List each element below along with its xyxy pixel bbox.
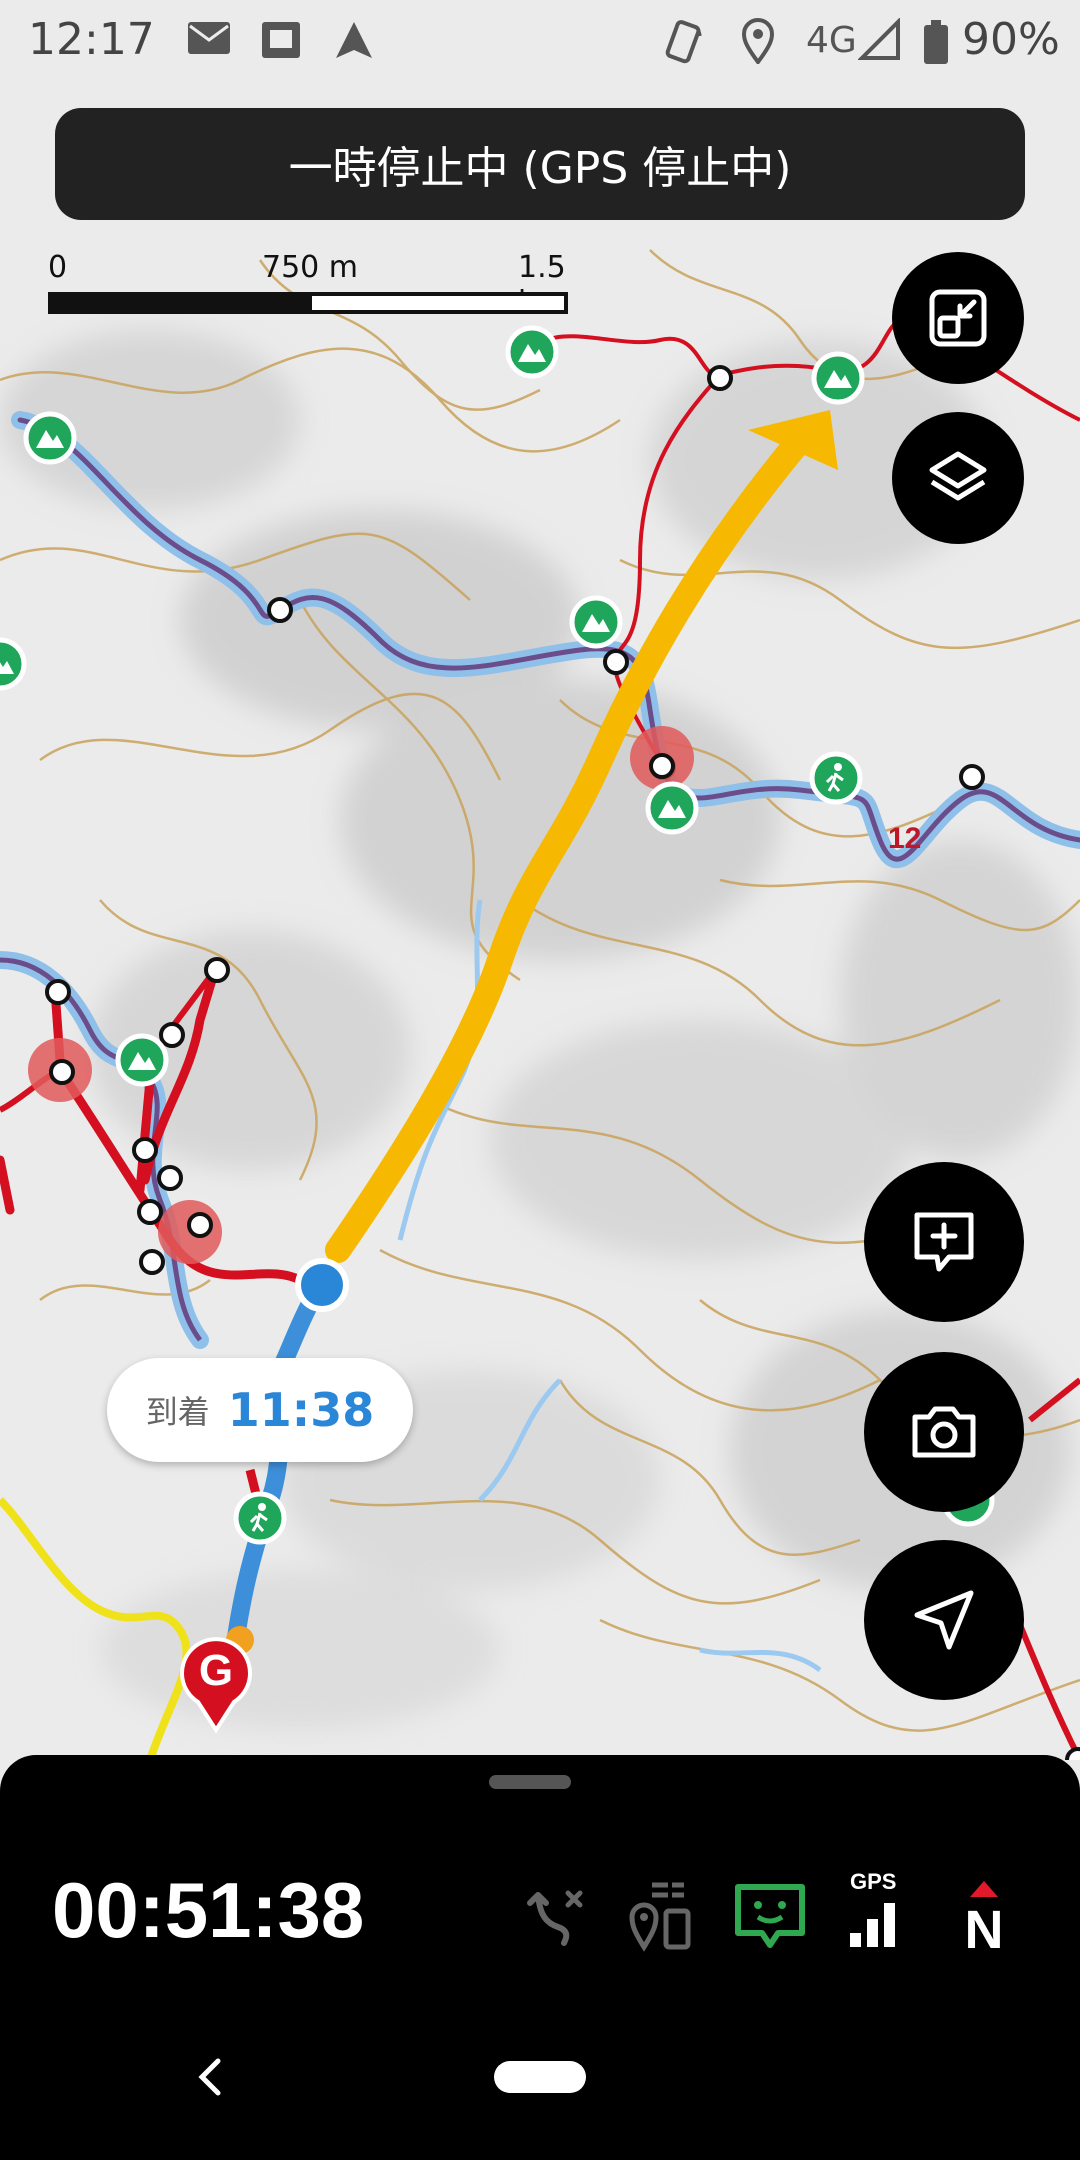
scale-bar-graphic (48, 292, 568, 314)
fit-screen-button[interactable] (892, 252, 1024, 384)
sheet-drag-handle[interactable] (489, 1775, 571, 1789)
battery-icon (922, 18, 950, 70)
mail-icon (186, 18, 232, 62)
chat-face-icon (735, 1884, 805, 1948)
chat-face-button[interactable] (730, 1865, 810, 1955)
signal-icon (857, 17, 902, 66)
elapsed-time: 00:51:38 (52, 1866, 365, 1954)
compass-button[interactable]: N (944, 1865, 1024, 1960)
add-note-icon (914, 1212, 974, 1272)
route-off-icon (527, 1890, 583, 1946)
goal-marker-label: G (198, 1646, 234, 1695)
navigate-button[interactable] (864, 1540, 1024, 1700)
back-chevron-icon (198, 2058, 221, 2096)
home-button[interactable] (494, 2061, 586, 2093)
layers-button[interactable] (892, 412, 1024, 544)
battery-percent: 90% (962, 14, 1060, 65)
scale-label-start: 0 (48, 250, 68, 285)
route-off-button[interactable] (516, 1865, 596, 1955)
gps-status-button[interactable]: GPS (836, 1865, 916, 1955)
gps-label: GPS (850, 1869, 897, 1894)
nfc-icon (662, 18, 706, 70)
status-time: 12:17 (28, 14, 155, 65)
goal-marker[interactable]: G (176, 1634, 256, 1734)
fit-screen-icon (929, 289, 987, 347)
arrival-time-bubble[interactable]: 到着 11:38 (107, 1358, 413, 1462)
navigate-arrow-icon (914, 1590, 974, 1650)
back-button[interactable] (190, 2055, 230, 2103)
waypoint-icon (629, 1882, 691, 1952)
scale-label-mid: 750 m (262, 250, 359, 285)
waypoint-button[interactable] (624, 1865, 704, 1955)
pause-status-banner: 一時停止中 (GPS 停止中) (55, 108, 1025, 220)
add-note-button[interactable] (864, 1162, 1024, 1322)
status-bar: 12:17 4G 90% (0, 0, 1080, 90)
current-location-marker (295, 1258, 349, 1312)
navigation-icon (332, 18, 376, 66)
camera-icon (912, 1406, 976, 1458)
camera-button[interactable] (864, 1352, 1024, 1512)
bottom-sheet[interactable]: 00:51:38 GPS N (0, 1755, 1080, 2160)
location-icon (740, 18, 776, 68)
sim-card-icon (258, 18, 304, 66)
network-type: 4G (806, 20, 857, 61)
map-scale-bar: 0 750 m 1.5 km (48, 250, 568, 320)
layers-icon (929, 451, 987, 501)
compass-label: N (964, 1900, 1004, 1960)
arrival-label: 到着 (145, 1393, 210, 1431)
arrival-time: 11:38 (227, 1383, 375, 1437)
route-number-label: 12 (888, 822, 922, 855)
